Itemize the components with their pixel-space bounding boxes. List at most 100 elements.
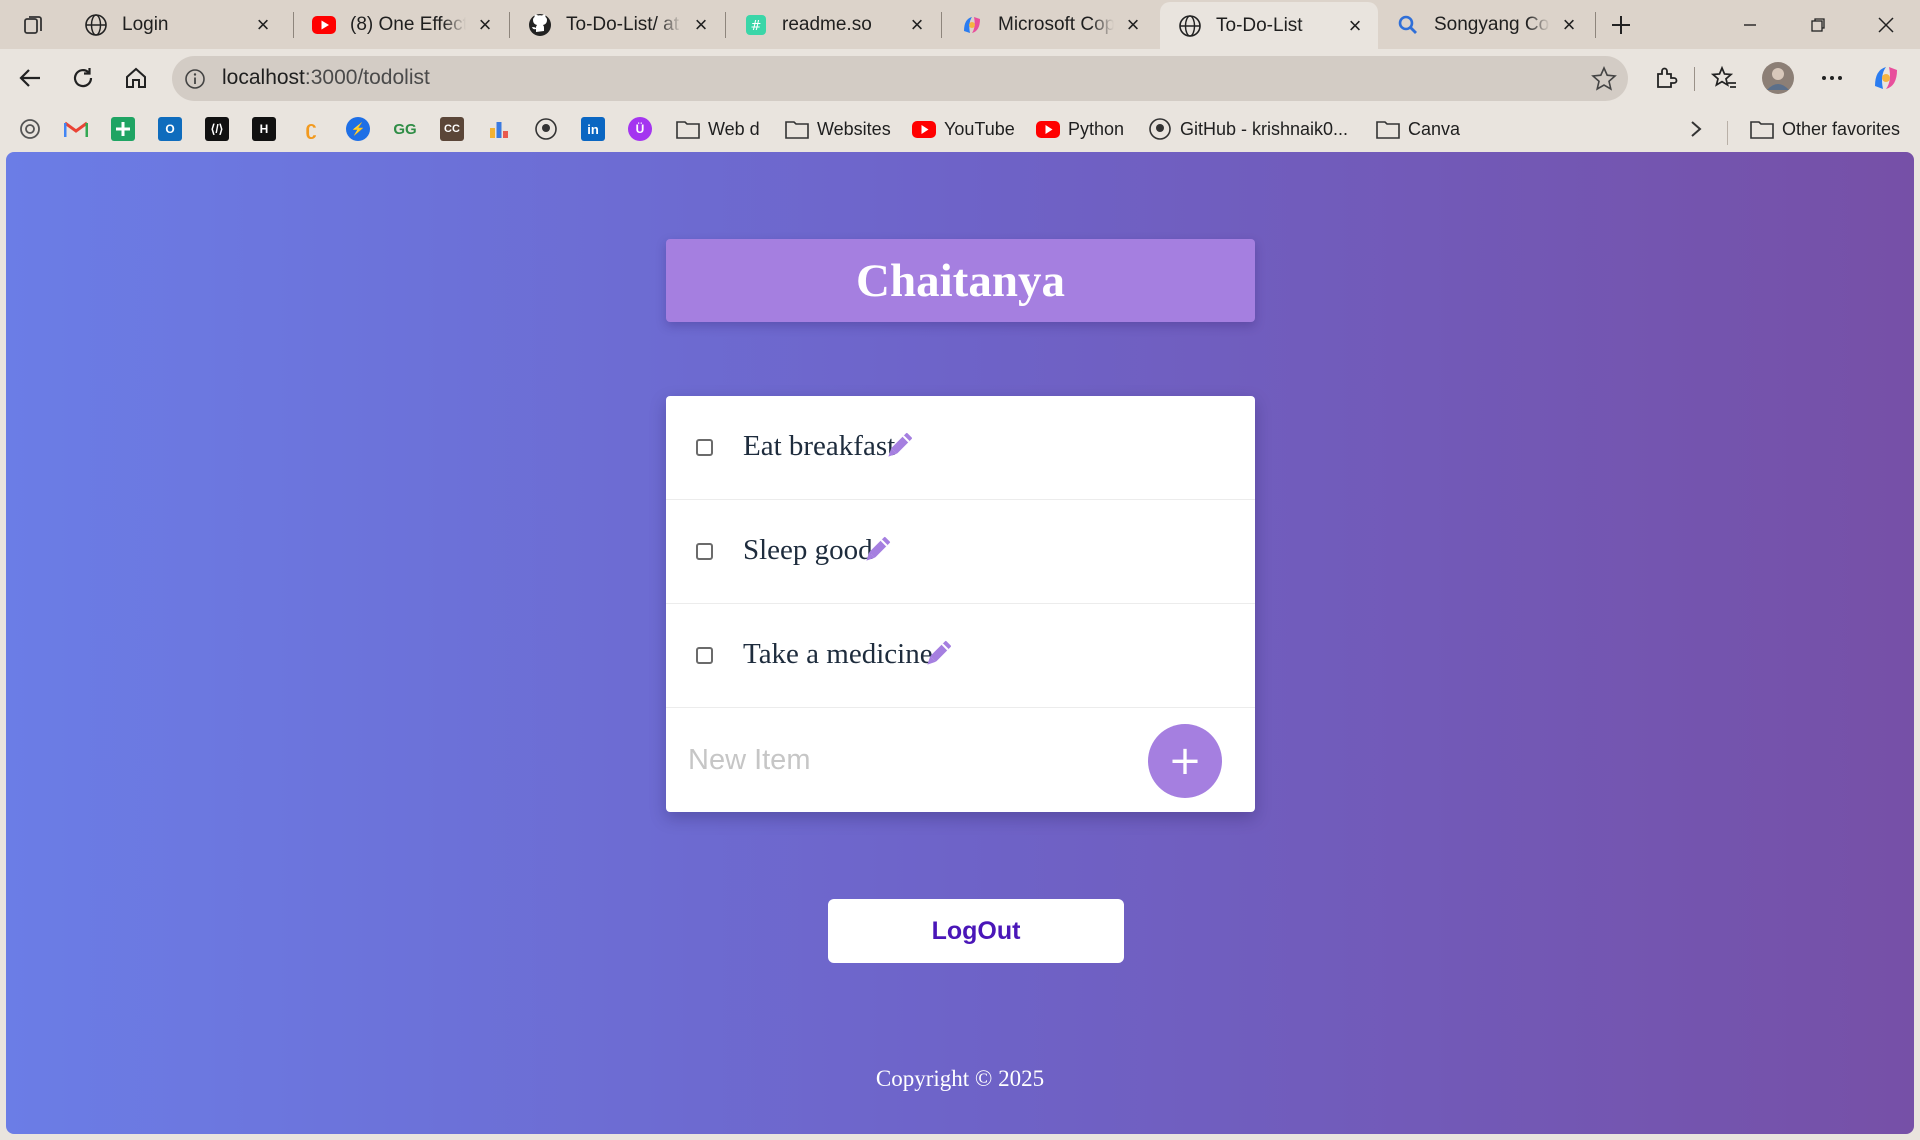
chevron-right-icon (1684, 117, 1708, 141)
todo-checkbox[interactable] (696, 543, 713, 560)
close-icon[interactable]: × (1558, 12, 1580, 37)
url-text: localhost:3000/todolist (222, 66, 430, 90)
outlook-icon: O (158, 117, 182, 141)
add-item-button[interactable]: + (1148, 724, 1222, 798)
close-window-icon[interactable] (1856, 6, 1916, 44)
bookmark-label: Canva (1408, 118, 1461, 139)
tab-copilot[interactable]: Microsoft Copilo × (942, 4, 1156, 46)
bookmark-geeksforgeeks[interactable]: GG (393, 115, 417, 143)
bookmark-label: Other favorites (1782, 118, 1901, 139)
hackerearth-icon: H (252, 117, 276, 141)
edit-pencil-icon[interactable] (920, 636, 956, 672)
bookmark-python[interactable]: Python (1036, 115, 1124, 143)
bookmark-codechef[interactable]: CC (440, 115, 464, 143)
new-item-input[interactable] (688, 738, 1128, 782)
bookmark-label: Web d (708, 118, 760, 139)
udemy-icon: Ü (628, 117, 652, 141)
tab-title: To-Do-List/ at m (566, 14, 682, 35)
browser-toolbar: localhost:3000/todolist (0, 49, 1920, 107)
bookmark-websites[interactable]: Websites (785, 115, 891, 143)
bookmark-devto[interactable]: ⟨/⟩ (205, 115, 229, 143)
chart-icon (487, 117, 511, 141)
new-tab-icon[interactable] (1604, 8, 1638, 42)
tab-strip: Login × (8) One Effective × To-Do-List/ … (0, 0, 1920, 49)
page-title: Chaitanya (856, 254, 1065, 307)
sheets-icon (111, 117, 135, 141)
todo-checkbox[interactable] (696, 439, 713, 456)
close-icon[interactable]: × (474, 12, 496, 37)
readme-icon: # (744, 13, 768, 37)
todo-checkbox[interactable] (696, 647, 713, 664)
globe-icon (1178, 14, 1202, 38)
bookmark-label: GitHub - krishnaik0... (1180, 118, 1349, 139)
youtube-icon (1036, 117, 1060, 141)
bookmark-other-favorites[interactable]: Other favorites (1750, 115, 1900, 143)
bookmark-udemy[interactable]: Ü (628, 115, 652, 143)
new-item-row: + (666, 708, 1255, 812)
minimize-icon[interactable] (1720, 6, 1780, 44)
bookmark-sheets[interactable] (111, 115, 135, 143)
bookmark-canva[interactable]: Canva (1376, 115, 1460, 143)
address-bar[interactable]: localhost:3000/todolist (172, 56, 1628, 101)
tab-title: (8) One Effective (350, 14, 466, 35)
bookmark-web-d[interactable]: Web d (676, 115, 760, 143)
bookmark-label: Websites (817, 118, 891, 139)
bookmark-youtube[interactable]: YouTube (912, 115, 1015, 143)
todo-item: Eat breakfast (666, 396, 1255, 500)
search-icon (1396, 13, 1420, 37)
tab-actions-icon[interactable] (14, 9, 54, 41)
home-icon[interactable] (116, 59, 156, 97)
github-icon (534, 117, 558, 141)
bookmark-leetcode[interactable]: ʗ (299, 115, 323, 143)
todo-card: Eat breakfast Sleep good Take a medicine… (666, 396, 1255, 812)
tab-todo-list[interactable]: To-Do-List × (1160, 2, 1378, 49)
tab-login[interactable]: Login × (66, 4, 286, 46)
more-bookmarks-chevron-icon[interactable] (1684, 115, 1708, 143)
bookmark-hackerearth[interactable]: H (252, 115, 276, 143)
youtube-icon (312, 13, 336, 37)
gmail-icon (64, 117, 88, 141)
copilot-icon[interactable] (1868, 60, 1904, 96)
back-icon[interactable] (10, 59, 50, 97)
bookmarks-bar: O ⟨/⟩ H ʗ ⚡ GG CC in Ü Web d Websites Yo… (0, 107, 1920, 152)
restore-icon[interactable] (1788, 6, 1848, 44)
todo-item: Sleep good (666, 500, 1255, 604)
tab-github[interactable]: To-Do-List/ at m × (510, 4, 724, 46)
profile-avatar[interactable] (1760, 60, 1796, 96)
close-icon[interactable]: × (906, 12, 928, 37)
extensions-icon[interactable] (1648, 60, 1684, 96)
bookmark-label: Python (1068, 118, 1125, 139)
bookmarks-separator (1727, 121, 1728, 145)
close-icon[interactable]: × (252, 12, 274, 37)
bookmark-github-krishnaik[interactable]: GitHub - krishnaik0... (1148, 115, 1348, 143)
bookmark-chart[interactable] (487, 115, 511, 143)
bookmark-gmail[interactable] (64, 115, 88, 143)
bookmark-outlook[interactable]: O (158, 115, 182, 143)
folder-icon (1376, 117, 1400, 141)
close-icon[interactable]: × (1344, 13, 1366, 38)
more-options-icon[interactable] (1814, 60, 1850, 96)
refresh-icon[interactable] (63, 59, 103, 97)
github-icon (528, 13, 552, 37)
edit-pencil-icon[interactable] (881, 428, 917, 464)
close-icon[interactable]: × (690, 12, 712, 37)
tab-youtube[interactable]: (8) One Effective × (294, 4, 508, 46)
logout-button[interactable]: LogOut (828, 899, 1124, 963)
tab-readme[interactable]: # readme.so × (726, 4, 940, 46)
tab-songyang[interactable]: Songyang Coun × (1378, 4, 1592, 46)
codechef-icon: CC (440, 117, 464, 141)
site-info-icon[interactable] (182, 66, 208, 92)
copilot-icon (960, 13, 984, 37)
bookmark-github[interactable] (534, 115, 558, 143)
favorite-star-icon[interactable] (1590, 65, 1618, 93)
favorites-icon[interactable] (1707, 60, 1743, 96)
bookmark-blue-circle[interactable]: ⚡ (346, 115, 370, 143)
bookmark-linkedin[interactable]: in (581, 115, 605, 143)
svg-text:#: # (751, 19, 762, 34)
close-icon[interactable]: × (1122, 12, 1144, 37)
bookmark-chrome-ext[interactable] (18, 115, 42, 143)
edit-pencil-icon[interactable] (859, 532, 895, 568)
tab-title: Login (122, 14, 169, 35)
tab-title: readme.so (782, 14, 872, 35)
toolbar-separator (1694, 67, 1695, 91)
